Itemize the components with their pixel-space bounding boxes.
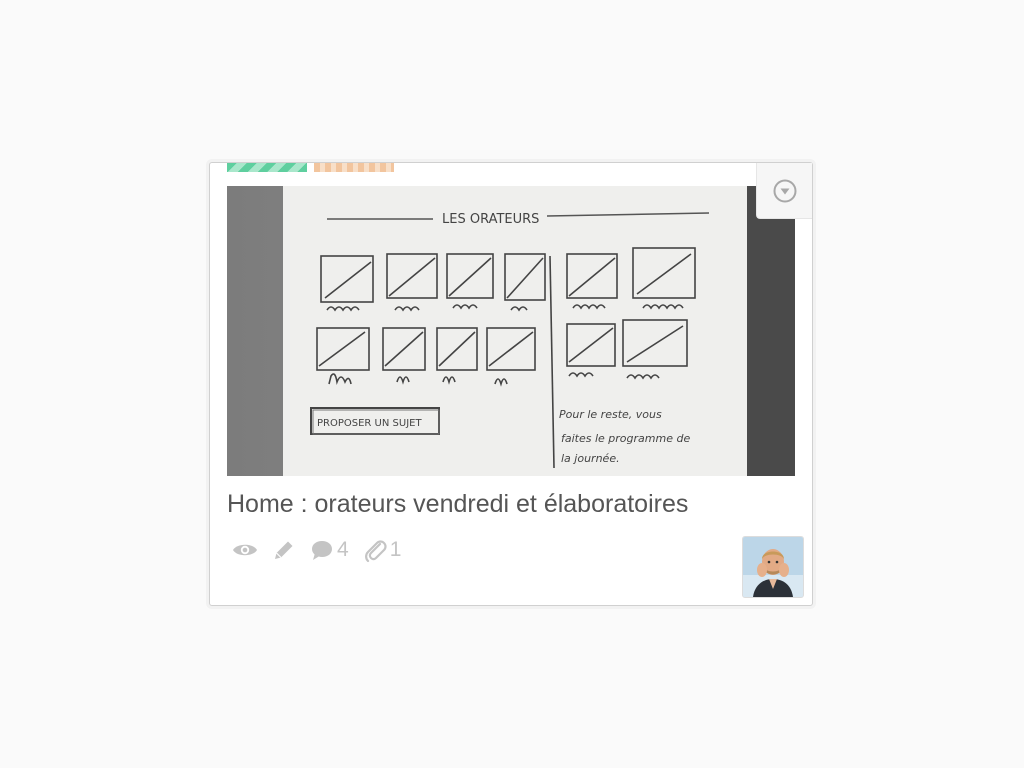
comments-badge: 4	[310, 538, 349, 562]
cover-note-line-3: la journée.	[561, 452, 620, 465]
watch-badge	[232, 541, 258, 559]
comments-count: 4	[337, 538, 349, 561]
description-badge	[272, 538, 296, 562]
chevron-down-circle-icon	[773, 179, 796, 202]
attachments-badge: 1	[363, 537, 402, 563]
label-orange[interactable]	[314, 163, 394, 172]
cover-heading: LES ORATEURS	[442, 212, 539, 227]
card-badges: 4 1	[232, 537, 401, 563]
eye-icon	[233, 544, 257, 556]
cover-note-line-1: Pour le reste, vous	[559, 408, 662, 421]
cover-button-text: PROPOSER UN SUJET	[317, 418, 422, 429]
label-green[interactable]	[227, 163, 307, 172]
comment-icon	[312, 541, 332, 560]
card-cover-image: LES ORATEURS PROPOSER UN SUJET Pour le r…	[227, 186, 795, 476]
pencil-icon	[275, 541, 293, 559]
paperclip-icon	[364, 540, 387, 563]
attachments-count: 1	[389, 538, 402, 561]
avatar[interactable]	[742, 536, 804, 598]
card-title[interactable]: Home : orateurs vendredi et élaboratoire…	[227, 490, 688, 519]
card[interactable]: LES ORATEURS PROPOSER UN SUJET Pour le r…	[209, 162, 813, 606]
card-menu-button[interactable]	[756, 163, 812, 219]
cover-note-line-2: faites le programme de	[561, 432, 690, 445]
